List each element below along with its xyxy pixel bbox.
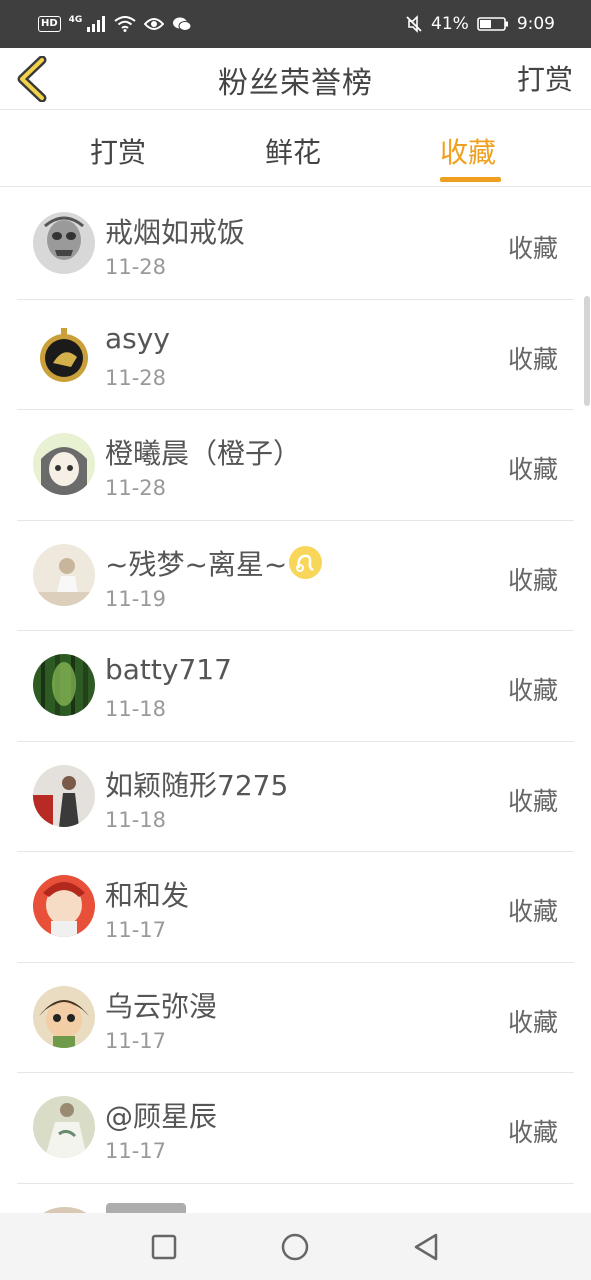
back-nav-button[interactable] bbox=[410, 1231, 442, 1263]
date: 11-28 bbox=[105, 476, 167, 500]
tab-reward[interactable]: 打赏 bbox=[90, 131, 146, 171]
avatar bbox=[33, 433, 95, 495]
square-icon bbox=[151, 1234, 177, 1260]
battery-icon bbox=[477, 17, 508, 31]
mute-icon bbox=[406, 15, 422, 33]
date: 11-17 bbox=[105, 1028, 167, 1053]
list-item[interactable]: 如颖随形7275 11-18 收藏 bbox=[17, 742, 574, 852]
list-item-partial bbox=[0, 1195, 591, 1215]
user-name: 乌云弥漫 bbox=[105, 989, 218, 1023]
eye-icon bbox=[144, 18, 165, 30]
avatar bbox=[33, 875, 95, 937]
date: 11-18 bbox=[105, 807, 167, 832]
avatar-partial bbox=[41, 1203, 186, 1215]
recent-apps-button[interactable] bbox=[148, 1231, 180, 1263]
list-item[interactable]: @顾星辰 11-17 收藏 bbox=[17, 1073, 574, 1184]
wechat-icon bbox=[173, 17, 192, 31]
hd-badge: HD bbox=[38, 16, 61, 32]
action-label: 收藏 bbox=[507, 1007, 558, 1037]
fan-list: 戒烟如戒饭 11-28 收藏 asyy 11-28 收藏 橙曦晨（橙子） 11-… bbox=[0, 189, 591, 1184]
avatar bbox=[33, 543, 95, 606]
date: 11-28 bbox=[105, 365, 167, 390]
status-left: HD 4G bbox=[38, 15, 192, 32]
leo-sign-icon bbox=[289, 546, 323, 579]
status-right: 41% 9:09 bbox=[405, 14, 555, 34]
reward-button[interactable]: 打赏 bbox=[517, 58, 573, 98]
network-type: 4G bbox=[68, 15, 83, 25]
scrollbar[interactable] bbox=[584, 296, 590, 406]
avatar bbox=[33, 1096, 95, 1158]
list-item[interactable]: asyy 11-28 收藏 bbox=[17, 300, 574, 410]
date: 11-17 bbox=[105, 918, 167, 942]
action-label: 收藏 bbox=[507, 1118, 558, 1147]
list-item[interactable]: ~残梦~离星~ 11-19 收藏 bbox=[17, 521, 574, 631]
avatar bbox=[33, 654, 95, 716]
avatar bbox=[33, 322, 95, 385]
action-label: 收藏 bbox=[507, 234, 558, 263]
list-item[interactable]: 乌云弥漫 11-17 收藏 bbox=[17, 963, 574, 1073]
action-label: 收藏 bbox=[507, 344, 558, 374]
list-item[interactable]: 橙曦晨（橙子） 11-28 收藏 bbox=[17, 410, 574, 521]
user-name: 和和发 bbox=[105, 879, 190, 912]
tab-bar: 打赏 鲜花 收藏 bbox=[0, 111, 591, 187]
active-tab-indicator bbox=[440, 177, 501, 182]
avatar bbox=[33, 985, 95, 1048]
avatar bbox=[33, 764, 95, 827]
user-name: asyy bbox=[105, 321, 170, 355]
list-item[interactable]: 和和发 11-17 收藏 bbox=[17, 852, 574, 963]
user-name: ~残梦~离星~ bbox=[105, 543, 323, 583]
battery-percent: 41% bbox=[431, 14, 469, 34]
avatar bbox=[33, 212, 95, 274]
action-label: 收藏 bbox=[507, 565, 558, 595]
tab-flowers[interactable]: 鲜花 bbox=[265, 131, 321, 171]
app-header: 粉丝荣誉榜 打赏 bbox=[0, 48, 591, 110]
user-name-text: ~残梦~离星~ bbox=[105, 547, 288, 581]
action-label: 收藏 bbox=[507, 897, 558, 926]
tab-favorites[interactable]: 收藏 bbox=[440, 131, 496, 171]
system-nav-bar bbox=[0, 1213, 591, 1280]
triangle-back-icon bbox=[414, 1233, 438, 1261]
user-name: batty717 bbox=[105, 653, 232, 686]
date: 11-18 bbox=[105, 697, 167, 721]
clock: 9:09 bbox=[516, 14, 555, 34]
home-button[interactable] bbox=[279, 1231, 311, 1263]
action-label: 收藏 bbox=[507, 455, 558, 484]
signal-icon bbox=[87, 16, 106, 32]
action-label: 收藏 bbox=[507, 676, 558, 705]
wifi-icon bbox=[114, 16, 136, 32]
user-name: 如颖随形7275 bbox=[105, 768, 289, 802]
user-name: 戒烟如戒饭 bbox=[105, 216, 246, 249]
page-title: 粉丝荣誉榜 bbox=[218, 66, 373, 101]
status-bar: HD 4G 41% 9:09 bbox=[0, 0, 591, 48]
date: 11-28 bbox=[105, 255, 167, 279]
action-label: 收藏 bbox=[507, 786, 558, 816]
date: 11-19 bbox=[105, 586, 167, 611]
user-name: 橙曦晨（橙子） bbox=[105, 437, 302, 470]
date: 11-17 bbox=[105, 1139, 167, 1163]
list-item[interactable]: batty717 11-18 收藏 bbox=[17, 631, 574, 742]
circle-icon bbox=[281, 1233, 309, 1261]
list-item[interactable]: 戒烟如戒饭 11-28 收藏 bbox=[17, 189, 574, 300]
user-name: @顾星辰 bbox=[105, 1100, 218, 1133]
